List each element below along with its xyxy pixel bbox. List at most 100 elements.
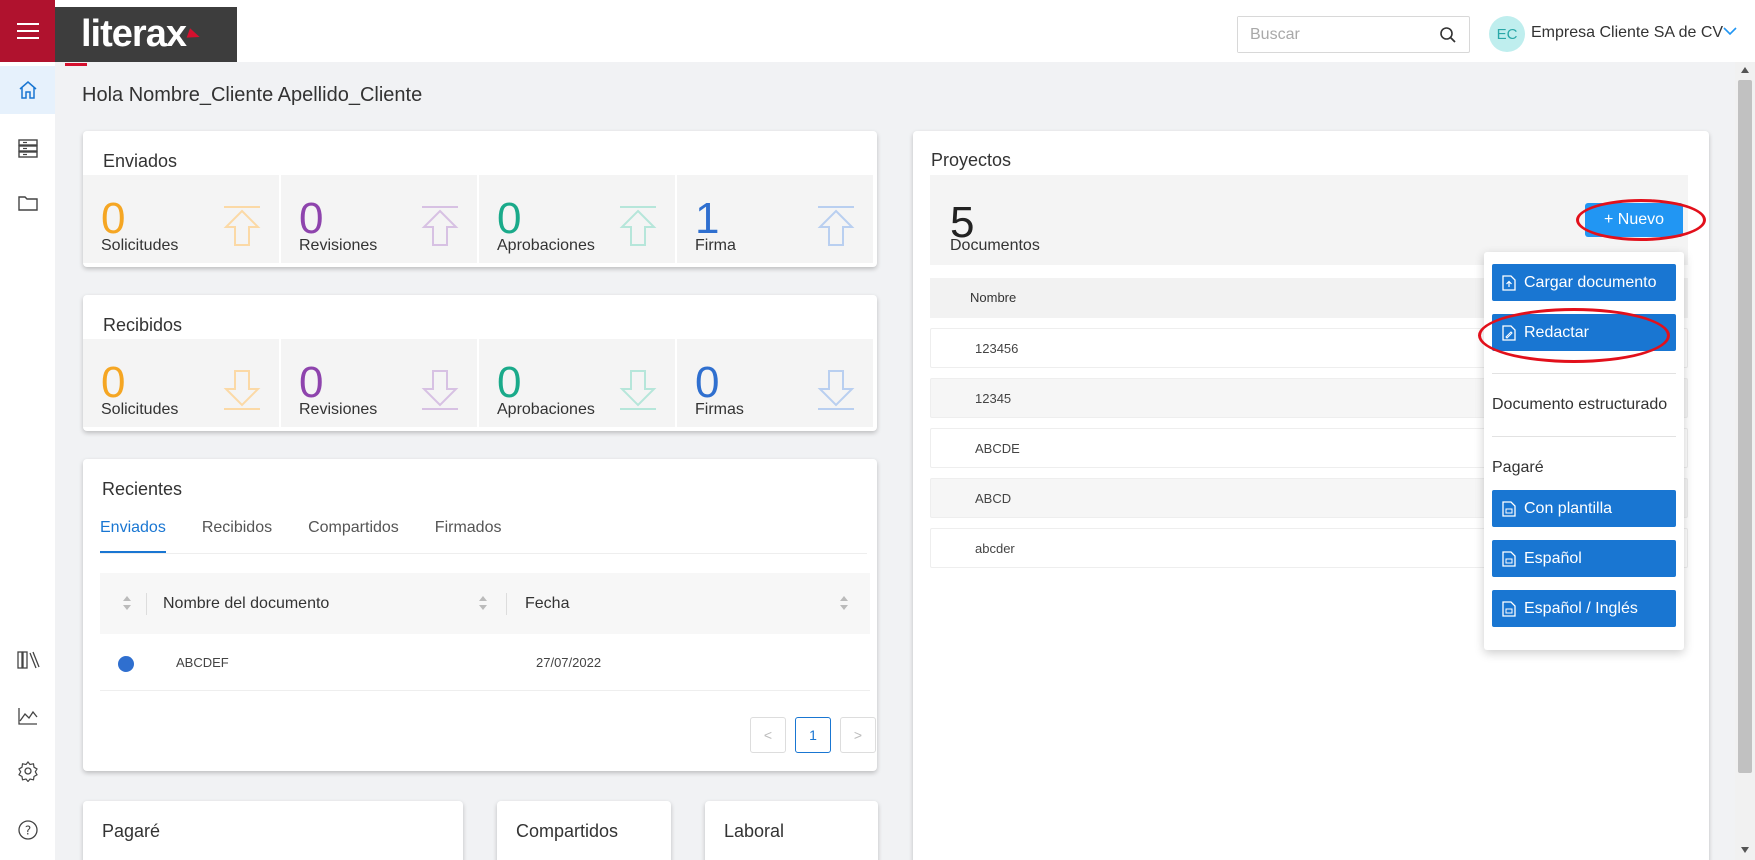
library-icon [16, 651, 40, 669]
company-name[interactable]: Empresa Cliente SA de CV [1531, 24, 1723, 42]
enviados-firma[interactable]: 1 Firma [677, 175, 873, 263]
recibidos-solicitudes[interactable]: 0 Solicitudes [83, 339, 279, 427]
recibidos-card: Recibidos 0 Solicitudes 0 Revisiones 0 A… [83, 295, 877, 431]
column-header-nombre[interactable]: Nombre del documento [163, 595, 329, 613]
pagare-section-label: Pagaré [1492, 459, 1544, 476]
sidebar-item-settings[interactable] [0, 747, 55, 795]
sidebar-item-library[interactable] [0, 636, 55, 684]
document-name[interactable]: ABCDEF [176, 655, 229, 670]
help-icon: ? [17, 820, 38, 840]
proyectos-title: Proyectos [931, 150, 1012, 170]
sort-icon[interactable] [478, 595, 488, 611]
sidebar-item-table[interactable] [0, 124, 55, 172]
logo[interactable]: literax [55, 7, 237, 66]
stat-value: 0 [299, 358, 324, 407]
enviados-revisiones[interactable]: 0 Revisiones [281, 175, 477, 263]
arrow-up-icon [817, 206, 855, 246]
upload-file-icon [1502, 274, 1516, 291]
stat-value: 0 [497, 194, 522, 243]
laboral-title: Laboral [724, 821, 785, 841]
espanol-ingles-button[interactable]: Español / Inglés [1492, 590, 1676, 627]
documento-estructurado-item[interactable]: Documento estructurado [1492, 396, 1667, 414]
sidebar-item-home[interactable] [0, 66, 55, 114]
column-separator [506, 593, 507, 615]
con-plantilla-button[interactable]: Con plantilla [1492, 490, 1676, 527]
page-title: Hola Nombre_Cliente Apellido_Cliente [82, 84, 423, 106]
table-icon [17, 139, 38, 158]
gear-icon [17, 761, 38, 782]
project-name: 123456 [975, 341, 1019, 356]
arrow-down-icon [421, 370, 459, 410]
avatar[interactable]: EC [1489, 16, 1525, 52]
recibidos-revisiones[interactable]: 0 Revisiones [281, 339, 477, 427]
stat-label: Aprobaciones [497, 237, 595, 254]
sidebar-item-help[interactable]: ? [0, 806, 55, 854]
logo-underline [65, 63, 87, 66]
logo-triangle-icon [186, 27, 202, 42]
stat-label: Solicitudes [101, 237, 179, 254]
stat-label: Revisiones [299, 237, 378, 254]
arrow-down-icon [619, 370, 657, 410]
project-name: abcder [975, 541, 1015, 556]
espanol-ingles-label: Español / Inglés [1524, 599, 1638, 617]
enviados-title: Enviados [103, 151, 178, 171]
arrow-up-icon [619, 206, 657, 246]
pagare-card: Pagaré [83, 801, 463, 860]
project-name: ABCDE [975, 441, 1020, 456]
search-icon[interactable] [1439, 26, 1457, 44]
recibidos-title: Recibidos [103, 315, 183, 335]
recibidos-aprobaciones[interactable]: 0 Aprobaciones [479, 339, 675, 427]
cargar-documento-label: Cargar documento [1524, 273, 1657, 291]
sidebar: ? [0, 62, 55, 860]
status-dot-icon [118, 656, 134, 672]
column-header-nombre: Nombre [970, 290, 1017, 305]
search-input[interactable] [1238, 17, 1428, 52]
sort-icon[interactable] [839, 595, 849, 611]
tab-divider [100, 553, 867, 554]
top-bar: literax EC Empresa Cliente SA de CV [0, 0, 1755, 66]
enviados-solicitudes[interactable]: 0 Solicitudes [83, 175, 279, 263]
tab-recibidos[interactable]: Recibidos [202, 519, 272, 553]
page-scrollbar[interactable] [1735, 62, 1755, 860]
hamburger-menu-button[interactable] [0, 0, 55, 62]
recientes-card: Recientes Enviados Recibidos Compartidos… [83, 459, 877, 771]
sidebar-item-folder[interactable] [0, 179, 55, 227]
next-page-button[interactable]: > [840, 717, 876, 753]
con-plantilla-label: Con plantilla [1524, 499, 1613, 517]
menu-divider [1492, 373, 1676, 374]
document-date: 27/07/2022 [536, 655, 602, 670]
chevron-down-icon[interactable] [1722, 25, 1738, 37]
sort-icon[interactable] [122, 595, 132, 611]
stat-label: Aprobaciones [497, 401, 595, 418]
arrow-down-icon [223, 370, 261, 410]
arrow-up-icon [421, 206, 459, 246]
tab-enviados[interactable]: Enviados [100, 519, 166, 553]
cargar-documento-button[interactable]: Cargar documento [1492, 264, 1676, 301]
hamburger-icon [16, 23, 39, 39]
tab-compartidos[interactable]: Compartidos [308, 519, 399, 553]
redactar-button[interactable]: Redactar [1492, 314, 1676, 351]
svg-text:?: ? [24, 824, 30, 838]
enviados-card: Enviados 0 Solicitudes 0 Revisiones 0 Ap… [83, 131, 877, 267]
scroll-down-icon[interactable] [1740, 846, 1750, 854]
nuevo-dropdown-menu: Cargar documento Redactar Documento estr… [1484, 252, 1684, 650]
table-row[interactable]: ABCDEF 27/07/2022 [100, 634, 870, 691]
espanol-button[interactable]: Español [1492, 540, 1676, 577]
enviados-aprobaciones[interactable]: 0 Aprobaciones [479, 175, 675, 263]
template-file-icon [1502, 500, 1516, 517]
recibidos-firmas[interactable]: 0 Firmas [677, 339, 873, 427]
compartidos-card: Compartidos [497, 801, 671, 860]
prev-page-button[interactable]: < [750, 717, 786, 753]
nuevo-button[interactable]: + Nuevo [1585, 203, 1683, 237]
page-1-button[interactable]: 1 [795, 717, 831, 753]
project-name: ABCD [975, 491, 1012, 506]
menu-divider [1492, 436, 1676, 437]
sidebar-item-stats[interactable] [0, 692, 55, 740]
column-header-fecha[interactable]: Fecha [525, 595, 569, 613]
scrollbar-thumb[interactable] [1738, 80, 1752, 773]
stat-value: 0 [299, 194, 324, 243]
scroll-up-icon[interactable] [1740, 66, 1750, 74]
tab-firmados[interactable]: Firmados [435, 519, 502, 553]
stat-value: 1 [695, 194, 720, 243]
compartidos-title: Compartidos [516, 821, 619, 841]
